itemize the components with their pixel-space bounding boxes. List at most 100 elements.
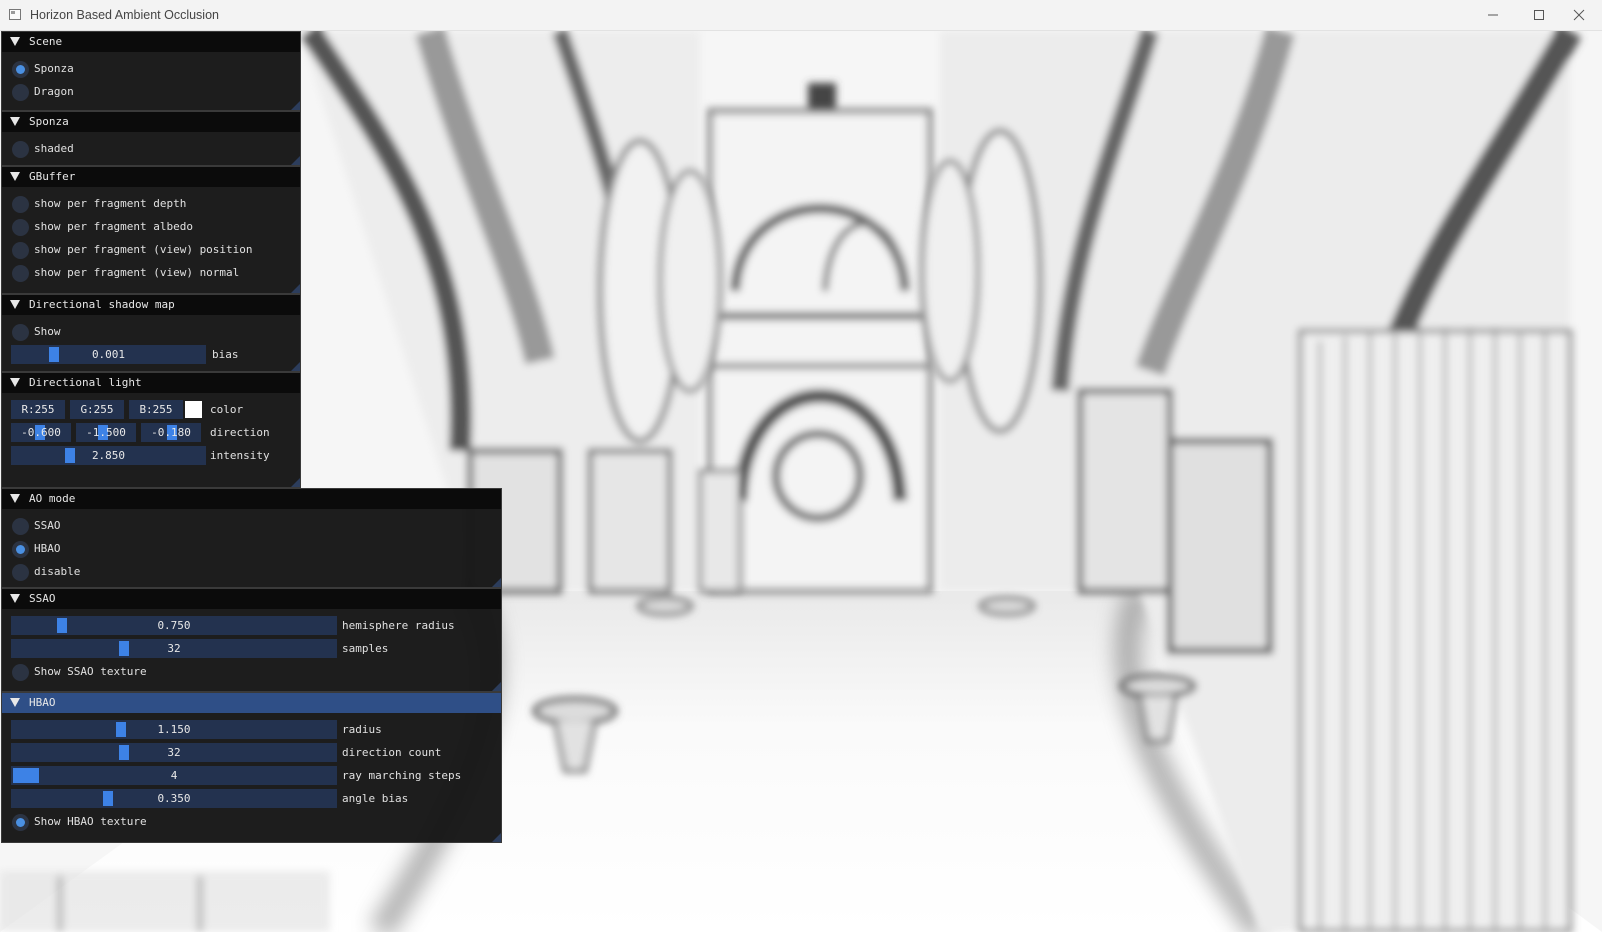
resize-grip[interactable] bbox=[291, 101, 300, 110]
radio-label: show per fragment (view) position bbox=[34, 243, 253, 256]
radio-dragon[interactable]: Dragon bbox=[2, 81, 300, 104]
hbao-steps-slider[interactable]: 4 bbox=[11, 766, 337, 785]
slider-value: -0.180 bbox=[151, 426, 191, 439]
radio-button[interactable] bbox=[12, 814, 29, 831]
resize-grip[interactable] bbox=[291, 478, 300, 487]
intensity-slider[interactable]: 2.850 bbox=[11, 446, 206, 465]
direction-z-field[interactable]: -0.180 bbox=[141, 423, 201, 442]
slider-value: 0.750 bbox=[157, 619, 191, 632]
collapse-arrow-icon bbox=[10, 698, 20, 707]
slider-value: 1.150 bbox=[157, 723, 191, 736]
gbuffer-header[interactable]: GBuffer bbox=[2, 167, 300, 187]
resize-grip[interactable] bbox=[492, 682, 501, 691]
ao-mode-header[interactable]: AO mode bbox=[2, 489, 501, 509]
shadow-show-toggle[interactable]: Show bbox=[2, 321, 300, 344]
radio-button[interactable] bbox=[12, 242, 29, 259]
app-icon bbox=[9, 9, 21, 20]
close-icon bbox=[1573, 9, 1585, 21]
show-hbao-texture-toggle[interactable]: Show HBAO texture bbox=[2, 811, 501, 834]
radio-label: HBAO bbox=[34, 542, 61, 555]
radio-ssao[interactable]: SSAO bbox=[2, 515, 501, 538]
radio-button[interactable] bbox=[12, 84, 29, 101]
color-label: color bbox=[210, 403, 244, 416]
collapse-arrow-icon bbox=[10, 37, 20, 46]
slider-label: hemisphere radius bbox=[342, 619, 455, 632]
header-label: Scene bbox=[29, 35, 63, 48]
directional-light-panel: Directional light R:255 G:255 B:255 colo… bbox=[1, 372, 301, 488]
ssao-samples-slider[interactable]: 32 bbox=[11, 639, 337, 658]
color-b-field[interactable]: B:255 bbox=[129, 400, 183, 419]
slider-value: 2.850 bbox=[91, 449, 126, 462]
hbao-angle-bias-slider[interactable]: 0.350 bbox=[11, 789, 337, 808]
radio-button[interactable] bbox=[12, 518, 29, 535]
radio-disable[interactable]: disable bbox=[2, 561, 501, 584]
radio-sponza[interactable]: Sponza bbox=[2, 58, 300, 81]
collapse-arrow-icon bbox=[10, 172, 20, 181]
slider-label: angle bias bbox=[342, 792, 409, 805]
radio-button[interactable] bbox=[12, 61, 29, 78]
resize-grip[interactable] bbox=[291, 362, 300, 371]
title-bar: Horizon Based Ambient Occlusion bbox=[0, 0, 1602, 31]
radio-button[interactable] bbox=[12, 219, 29, 236]
resize-grip[interactable] bbox=[291, 284, 300, 293]
radio-label: disable bbox=[34, 565, 81, 578]
minimize-button[interactable] bbox=[1470, 0, 1516, 30]
collapse-arrow-icon bbox=[10, 117, 20, 126]
radio-label: show per fragment depth bbox=[34, 197, 187, 210]
shadow-bias-slider[interactable]: 0.001 bbox=[11, 345, 206, 364]
slider-label: radius bbox=[342, 723, 382, 736]
hbao-direction-count-slider[interactable]: 32 bbox=[11, 743, 337, 762]
show-ssao-texture-toggle[interactable]: Show SSAO texture bbox=[2, 661, 501, 684]
radio-button[interactable] bbox=[12, 541, 29, 558]
ssao-radius-slider[interactable]: 0.750 bbox=[11, 616, 337, 635]
ssao-header[interactable]: SSAO bbox=[2, 589, 501, 609]
hbao-header[interactable]: HBAO bbox=[2, 693, 501, 713]
radio-label: shaded bbox=[34, 142, 74, 155]
color-r-field[interactable]: R:255 bbox=[11, 400, 65, 419]
header-label: Sponza bbox=[29, 115, 69, 128]
gbuffer-normal-toggle[interactable]: show per fragment (view) normal bbox=[2, 262, 300, 285]
shaded-toggle[interactable]: shaded bbox=[2, 138, 300, 161]
scene-panel: Scene Sponza Dragon bbox=[1, 31, 301, 111]
sponza-panel: Sponza shaded bbox=[1, 111, 301, 166]
radio-button[interactable] bbox=[12, 664, 29, 681]
gbuffer-position-toggle[interactable]: show per fragment (view) position bbox=[2, 239, 300, 262]
ao-mode-panel: AO mode SSAO HBAO disable bbox=[1, 488, 502, 588]
resize-grip[interactable] bbox=[492, 578, 501, 587]
resize-grip[interactable] bbox=[492, 833, 501, 842]
direction-x-field[interactable]: -0.600 bbox=[11, 423, 71, 442]
light-direction-row: -0.600 -1.500 -0.180 direction bbox=[2, 422, 300, 445]
color-swatch[interactable] bbox=[185, 401, 202, 418]
directional-light-header[interactable]: Directional light bbox=[2, 373, 300, 393]
slider-value: 4 bbox=[170, 769, 178, 782]
direction-label: direction bbox=[210, 426, 270, 439]
window-title: Horizon Based Ambient Occlusion bbox=[30, 8, 219, 22]
radio-hbao[interactable]: HBAO bbox=[2, 538, 501, 561]
radio-label: Show HBAO texture bbox=[34, 815, 147, 828]
collapse-arrow-icon bbox=[10, 300, 20, 309]
close-button[interactable] bbox=[1556, 0, 1602, 30]
radio-button[interactable] bbox=[12, 265, 29, 282]
color-g-field[interactable]: G:255 bbox=[70, 400, 124, 419]
hbao-radius-slider[interactable]: 1.150 bbox=[11, 720, 337, 739]
sponza-header[interactable]: Sponza bbox=[2, 112, 300, 132]
slider-label: direction count bbox=[342, 746, 442, 759]
radio-button[interactable] bbox=[12, 141, 29, 158]
direction-y-field[interactable]: -1.500 bbox=[76, 423, 136, 442]
header-label: AO mode bbox=[29, 492, 76, 505]
radio-label: Dragon bbox=[34, 85, 74, 98]
radio-button[interactable] bbox=[12, 564, 29, 581]
slider-value: 0.001 bbox=[91, 348, 126, 361]
radio-label: SSAO bbox=[34, 519, 61, 532]
gbuffer-albedo-toggle[interactable]: show per fragment albedo bbox=[2, 216, 300, 239]
radio-button[interactable] bbox=[12, 196, 29, 213]
scene-header[interactable]: Scene bbox=[2, 32, 300, 52]
gbuffer-depth-toggle[interactable]: show per fragment depth bbox=[2, 193, 300, 216]
shadow-map-header[interactable]: Directional shadow map bbox=[2, 295, 300, 315]
slider-value: -1.500 bbox=[86, 426, 126, 439]
radio-button[interactable] bbox=[12, 324, 29, 341]
radio-label: Sponza bbox=[34, 62, 74, 75]
collapse-arrow-icon bbox=[10, 594, 20, 603]
radio-label: show per fragment albedo bbox=[34, 220, 193, 233]
resize-grip[interactable] bbox=[291, 156, 300, 165]
